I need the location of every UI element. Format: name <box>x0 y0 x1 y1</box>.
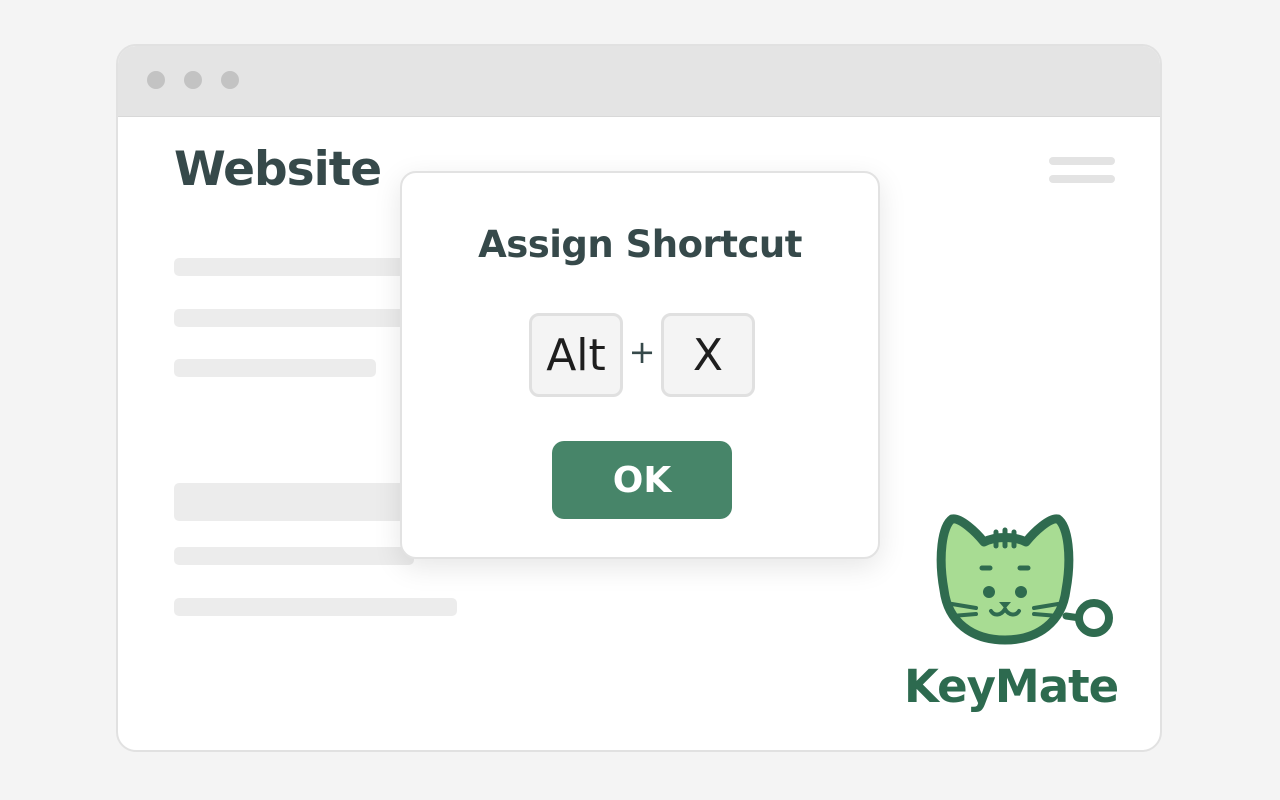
browser-titlebar <box>118 46 1160 117</box>
key-alt: Alt <box>529 313 623 397</box>
window-maximize-dot[interactable] <box>221 71 239 89</box>
placeholder-line <box>174 258 414 276</box>
placeholder-line <box>174 359 376 377</box>
placeholder-line <box>174 598 457 616</box>
website-title: Website <box>174 142 382 197</box>
assign-shortcut-dialog: Assign Shortcut Alt + X OK <box>400 171 880 559</box>
cat-keychain-icon <box>936 514 1113 645</box>
window-minimize-dot[interactable] <box>184 71 202 89</box>
placeholder-line <box>174 309 414 327</box>
key-x: X <box>661 313 755 397</box>
keymate-logo: KeyMate <box>904 512 1124 722</box>
placeholder-line <box>174 547 414 565</box>
window-close-dot[interactable] <box>147 71 165 89</box>
placeholder-block <box>174 483 414 521</box>
dialog-title: Assign Shortcut <box>478 223 802 266</box>
plus-separator: + <box>628 333 656 371</box>
ok-button[interactable]: OK <box>552 441 732 519</box>
brand-name: KeyMate <box>904 660 1119 713</box>
hamburger-menu-icon[interactable] <box>1049 155 1115 185</box>
